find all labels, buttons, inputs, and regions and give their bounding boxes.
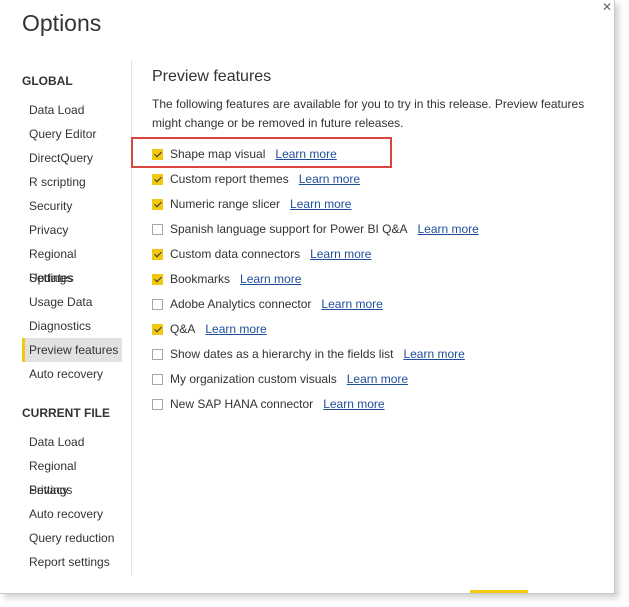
learn-more-link[interactable]: Learn more bbox=[290, 197, 351, 211]
feature-row: Custom report themes Learn more bbox=[152, 169, 360, 189]
feature-label: Q&A bbox=[170, 322, 196, 336]
feature-label: Spanish language support for Power BI Q&… bbox=[170, 222, 408, 236]
learn-more-link[interactable]: Learn more bbox=[205, 322, 266, 336]
feature-label: New SAP HANA connector bbox=[170, 397, 314, 411]
feature-checkbox[interactable] bbox=[152, 273, 163, 285]
feature-row: Numeric range slicer Learn more bbox=[152, 194, 351, 214]
sidebar-item-diagnostics[interactable]: Diagnostics bbox=[22, 314, 122, 338]
feature-row: Adobe Analytics connector Learn more bbox=[152, 294, 383, 314]
sidebar-item-r-scripting[interactable]: R scripting bbox=[22, 170, 122, 194]
content-title: Preview features bbox=[152, 68, 272, 85]
feature-checkbox[interactable] bbox=[152, 223, 163, 235]
feature-row: Bookmarks Learn more bbox=[152, 269, 301, 289]
sidebar-item-regional-settings[interactable]: Regional Settings bbox=[22, 454, 122, 497]
feature-row: New SAP HANA connector Learn more bbox=[152, 394, 385, 414]
learn-more-link[interactable]: Learn more bbox=[321, 297, 382, 311]
description: The following features are available for… bbox=[152, 97, 585, 130]
feature-label: Show dates as a hierarchy in the fields … bbox=[170, 347, 394, 361]
feature-checkbox[interactable] bbox=[152, 323, 163, 335]
sidebar-item-updates[interactable]: Updates bbox=[22, 266, 122, 290]
feature-label: Custom data connectors bbox=[170, 247, 301, 261]
current-file-heading: CURRENT FILE bbox=[22, 406, 110, 420]
sidebar-item-usage-data[interactable]: Usage Data bbox=[22, 290, 122, 314]
feature-label: My organization custom visuals bbox=[170, 372, 337, 386]
feature-label: Numeric range slicer bbox=[170, 197, 281, 211]
learn-more-link[interactable]: Learn more bbox=[417, 222, 478, 236]
sidebar-item-privacy[interactable]: Privacy bbox=[22, 218, 122, 242]
feature-checkbox[interactable] bbox=[152, 198, 163, 210]
learn-more-link[interactable]: Learn more bbox=[347, 372, 408, 386]
feature-checkbox[interactable] bbox=[152, 398, 163, 410]
feature-row: Custom data connectors Learn more bbox=[152, 244, 371, 264]
dialog-title: Options bbox=[22, 10, 102, 36]
options-dialog: Options ✕ GLOBAL Data Load Query Editor Di… bbox=[0, 0, 615, 594]
learn-more-link[interactable]: Learn more bbox=[240, 272, 301, 286]
footer-accent bbox=[470, 590, 528, 593]
feature-checkbox[interactable] bbox=[152, 248, 163, 260]
feature-label: Adobe Analytics connector bbox=[170, 297, 312, 311]
feature-row: My organization custom visuals Learn more bbox=[152, 369, 408, 389]
sidebar-item-auto-recovery[interactable]: Auto recovery bbox=[22, 502, 122, 526]
sidebar: GLOBAL Data Load Query Editor DirectQuery R… bbox=[0, 60, 132, 575]
sidebar-item-regional-settings[interactable]: Regional Settings bbox=[22, 242, 122, 285]
highlight-annotation bbox=[131, 137, 392, 168]
feature-row: Show dates as a hierarchy in the fields … bbox=[152, 344, 465, 364]
feature-row: Spanish language support for Power BI Q&… bbox=[152, 219, 479, 239]
feature-checkbox[interactable] bbox=[152, 173, 163, 185]
sidebar-item-query-reduction[interactable]: Query reduction bbox=[22, 526, 122, 550]
sidebar-item-security[interactable]: Security bbox=[22, 194, 122, 218]
close-icon[interactable]: ✕ bbox=[602, 0, 612, 14]
sidebar-item-data-load[interactable]: Data Load bbox=[22, 430, 122, 454]
sidebar-item-query-editor[interactable]: Query Editor bbox=[22, 122, 122, 146]
global-heading: GLOBAL bbox=[22, 74, 73, 88]
learn-more-link[interactable]: Learn more bbox=[299, 172, 360, 186]
sidebar-item-auto-recovery[interactable]: Auto recovery bbox=[22, 362, 122, 386]
sidebar-item-privacy[interactable]: Privacy bbox=[22, 478, 122, 502]
learn-more-link[interactable]: Learn more bbox=[310, 247, 371, 261]
feature-label: Custom report themes bbox=[170, 172, 289, 186]
feature-row: Q&A Learn more bbox=[152, 319, 267, 339]
sidebar-item-report-settings[interactable]: Report settings bbox=[22, 550, 122, 574]
sidebar-item-preview-features[interactable]: Preview features bbox=[22, 338, 122, 362]
feature-checkbox[interactable] bbox=[152, 373, 163, 385]
sidebar-item-data-load[interactable]: Data Load bbox=[22, 98, 122, 122]
feature-checkbox[interactable] bbox=[152, 298, 163, 310]
learn-more-link[interactable]: Learn more bbox=[403, 347, 464, 361]
sidebar-item-directquery[interactable]: DirectQuery bbox=[22, 146, 122, 170]
feature-checkbox[interactable] bbox=[152, 348, 163, 360]
learn-more-link[interactable]: Learn more bbox=[323, 397, 384, 411]
feature-label: Bookmarks bbox=[170, 272, 231, 286]
